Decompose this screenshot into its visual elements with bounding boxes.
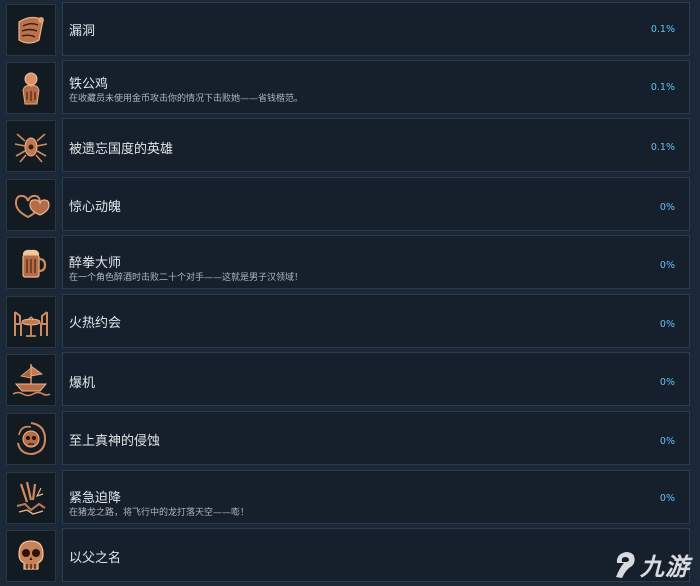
- dinner-table-icon: [14, 311, 48, 337]
- achievement-icon-frame: [6, 354, 56, 406]
- achievement-row[interactable]: 以父之名: [0, 528, 700, 584]
- achievement-row[interactable]: 漏洞 0.1%: [0, 2, 700, 58]
- achievement-panel: 被遗忘国度的英雄 0.1%: [62, 118, 690, 172]
- achievement-icon-frame: [6, 413, 56, 465]
- achievement-title: 火热约会: [69, 316, 122, 331]
- achievement-icon-frame: [6, 62, 56, 114]
- achievement-description: 在收藏员未使用金币攻击你的情况下击败她——省钱楷范。: [69, 94, 304, 104]
- achievement-row[interactable]: 紧急迫降 在猪龙之路，将飞行中的龙打落天空——嘭！ 0%: [0, 470, 700, 526]
- ship-icon: [12, 364, 51, 397]
- achievement-title: 漏洞: [69, 24, 96, 39]
- achievement-title: 醉拳大师: [69, 256, 122, 271]
- achievement-panel: 爆机 0%: [62, 352, 690, 406]
- watermark-text: 九游: [640, 553, 690, 581]
- achievement-percent: 0%: [659, 377, 675, 388]
- achievement-panel: 以父之名: [62, 528, 690, 582]
- spider-emblem-icon: [14, 133, 48, 163]
- achievement-title: 爆机: [69, 376, 96, 391]
- achievement-icon-frame: [6, 179, 56, 231]
- achievement-description: 在一个角色醉酒时击败二十个对手——这就是男子汉领域！: [69, 273, 304, 283]
- achievement-title: 铁公鸡: [69, 77, 109, 92]
- achievement-row[interactable]: 火热约会 0%: [0, 294, 700, 350]
- achievement-panel: 至上真神的侵蚀 0%: [62, 411, 690, 465]
- coin-hand-icon: [22, 72, 40, 105]
- achievement-panel: 铁公鸡 在收藏员未使用金币攻击你的情况下击败她——省钱楷范。 0.1%: [62, 60, 690, 114]
- achievement-icon-frame: [6, 530, 56, 582]
- achievement-row[interactable]: 惊心动魄 0%: [0, 177, 700, 233]
- achievement-panel: 紧急迫降 在猪龙之路，将飞行中的龙打落天空——嘭！ 0%: [62, 470, 690, 524]
- achievement-description: 在猪龙之路，将飞行中的龙打落天空——嘭！: [69, 508, 250, 518]
- achievement-percent: 0%: [659, 319, 675, 330]
- achievement-panel: 漏洞 0.1%: [62, 2, 690, 56]
- skull-swirl-icon: [17, 422, 47, 456]
- achievement-row[interactable]: 醉拳大师 在一个角色醉酒时击败二十个对手——这就是男子汉领域！ 0%: [0, 235, 700, 291]
- achievement-percent: 0%: [659, 260, 675, 271]
- beer-mug-icon: [22, 249, 47, 278]
- achievement-percent: 0.1%: [650, 24, 675, 35]
- achievement-panel: 火热约会 0%: [62, 294, 690, 348]
- achievement-icon-frame: [6, 296, 56, 348]
- achievement-title: 被遗忘国度的英雄: [69, 142, 174, 157]
- achievement-icon-frame: [6, 237, 56, 289]
- site-watermark: 九游: [612, 547, 690, 582]
- achievement-title: 惊心动魄: [69, 200, 122, 215]
- achievement-icon-frame: [6, 120, 56, 172]
- achievement-percent: 0%: [659, 493, 675, 504]
- achievement-row[interactable]: 被遗忘国度的英雄 0.1%: [0, 118, 700, 174]
- achievement-title: 至上真神的侵蚀: [69, 434, 161, 449]
- achievement-title: 以父之名: [69, 551, 122, 566]
- claws-icon: [16, 481, 46, 515]
- achievement-icon-frame: [6, 472, 56, 524]
- scroll-icon: [18, 16, 44, 44]
- achievement-percent: 0%: [659, 436, 675, 447]
- achievement-percent: 0.1%: [650, 82, 675, 93]
- achievement-list: 漏洞 0.1% 铁公鸡 在收藏员未使用金币攻击你的情况下击败她——省钱楷范。 0…: [0, 0, 700, 586]
- achievement-percent: 0.1%: [650, 142, 675, 153]
- achievement-icon-frame: [6, 4, 56, 56]
- skull-icon: [18, 540, 44, 570]
- achievement-row[interactable]: 至上真神的侵蚀 0%: [0, 411, 700, 467]
- achievement-panel: 惊心动魄 0%: [62, 177, 690, 231]
- watermark-logo-icon: [616, 551, 635, 578]
- hearts-icon: [14, 194, 50, 219]
- achievement-panel: 醉拳大师 在一个角色醉酒时击败二十个对手——这就是男子汉领域！ 0%: [62, 235, 690, 289]
- achievement-percent: 0%: [659, 202, 675, 213]
- achievement-title: 紧急迫降: [69, 491, 122, 506]
- achievement-row[interactable]: 铁公鸡 在收藏员未使用金币攻击你的情况下击败她——省钱楷范。 0.1%: [0, 60, 700, 116]
- achievement-row[interactable]: 爆机 0%: [0, 352, 700, 408]
